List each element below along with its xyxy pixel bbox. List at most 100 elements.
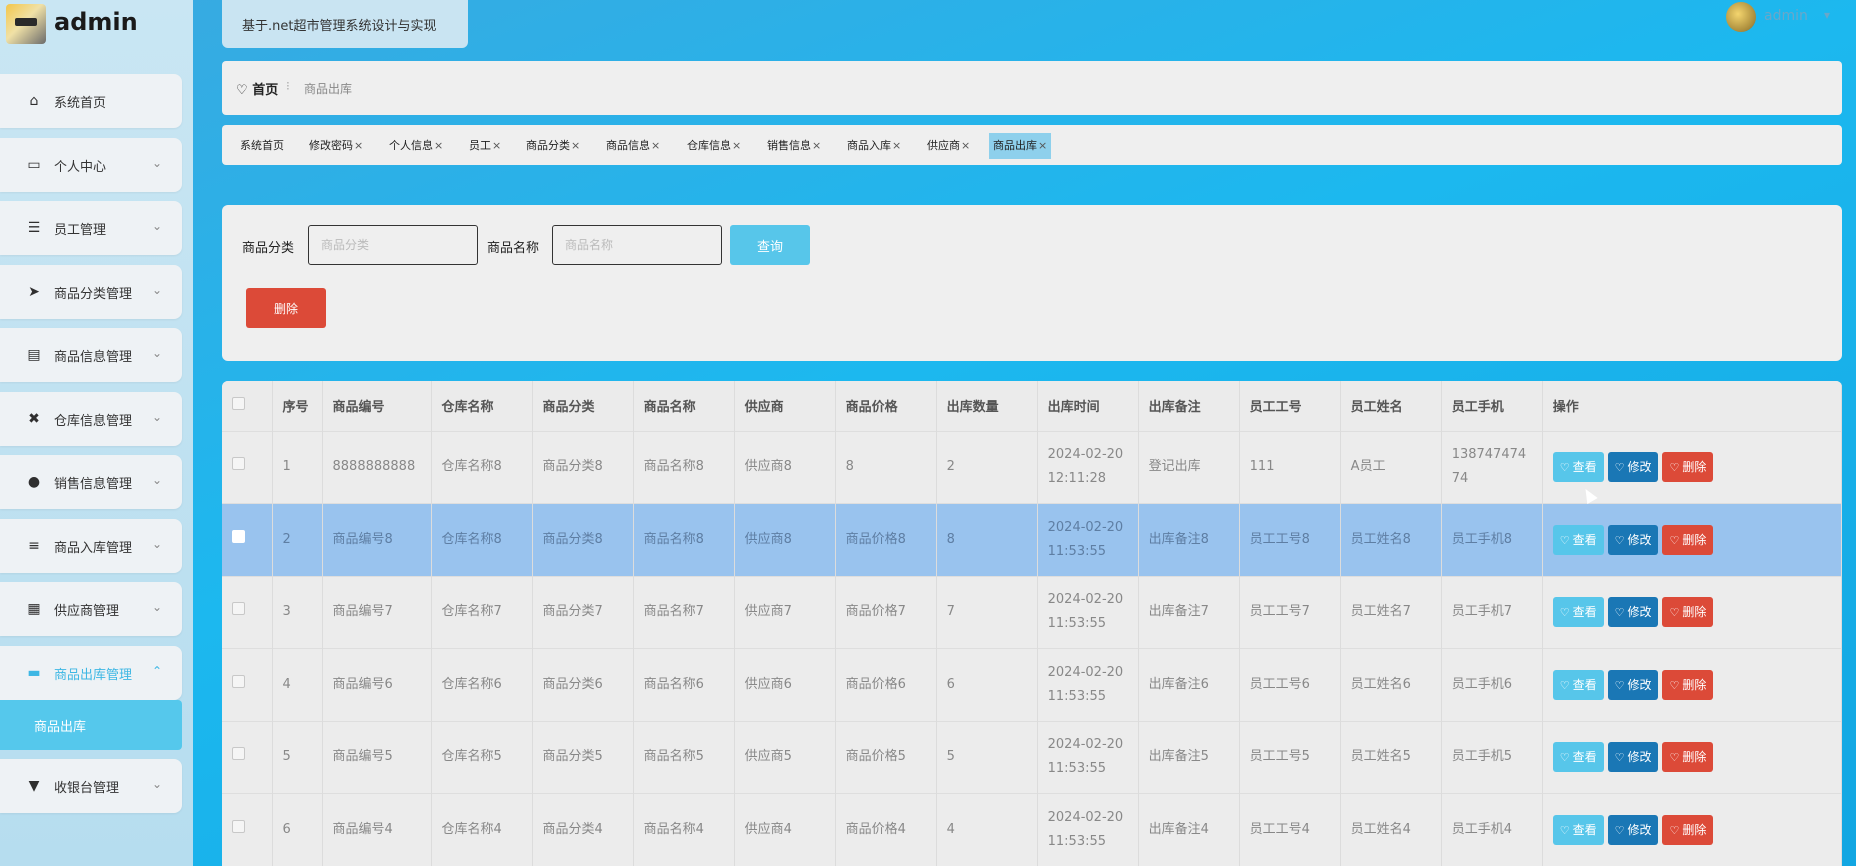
user-name[interactable]: admin (1764, 8, 1808, 24)
category-input[interactable] (308, 225, 478, 265)
close-icon[interactable]: × (1038, 139, 1047, 152)
view-button[interactable]: ♡ 查看 (1552, 669, 1604, 700)
row-checkbox[interactable] (232, 820, 245, 833)
edit-button[interactable]: ♡ 修改 (1607, 452, 1659, 483)
delete-button-label: 删除 (1682, 605, 1707, 620)
row-select-cell[interactable] (222, 575, 273, 649)
table-row[interactable]: 4 商品编号6 仓库名称6 商品分类6 商品名称6 供应商6 商品价格6 6 2024-02-2… (222, 648, 1842, 721)
tab-stock-out[interactable]: 商品出库× (989, 133, 1052, 159)
tab-change-password[interactable]: 修改密码× (305, 133, 367, 159)
product-name-input[interactable] (552, 225, 722, 265)
delete-button[interactable]: ♡ 删除 (1662, 597, 1714, 628)
view-button[interactable]: ♡ 查看 (1552, 742, 1604, 773)
delete-button[interactable]: ♡ 删除 (1662, 815, 1714, 845)
view-button[interactable]: ♡ 查看 (1552, 452, 1604, 483)
query-button[interactable]: 查询 (730, 225, 810, 265)
tab-employees[interactable]: 员工× (465, 133, 505, 159)
delete-button[interactable]: ♡ 删除 (1662, 452, 1714, 483)
sidebar-item-label: 个人中心 (54, 160, 107, 175)
send-icon: ➤ (28, 284, 40, 300)
tab-category[interactable]: 商品分类× (522, 133, 584, 159)
sidebar-item-employees[interactable]: ☰ 员工管理 ⌄ (0, 201, 182, 255)
row-checkbox[interactable] (232, 747, 245, 761)
person-icon: ● (27, 474, 41, 490)
close-icon[interactable]: × (732, 139, 741, 152)
column-header: 商品名称 (633, 381, 735, 431)
column-header: 商品编号 (322, 381, 432, 431)
row-checkbox[interactable] (232, 529, 245, 543)
sidebar-item-personal-center[interactable]: ▭ 个人中心 ⌄ (0, 138, 182, 192)
sidebar-item-home[interactable]: ⌂ 系统首页 (0, 74, 182, 128)
row-select-cell[interactable] (222, 720, 273, 794)
close-icon[interactable]: × (812, 139, 821, 152)
sidebar-item-sales[interactable]: ● 销售信息管理 ⌄ (0, 455, 182, 509)
sidebar-item-label: 商品分类管理 (54, 287, 133, 302)
sidebar-item-category[interactable]: ➤ 商品分类管理 ⌄ (0, 265, 182, 319)
row-select-cell[interactable] (222, 793, 273, 866)
edit-button[interactable]: ♡ 修改 (1607, 669, 1659, 700)
table-row[interactable]: 2 商品编号8 仓库名称8 商品分类8 商品名称8 供应商8 商品价格8 8 2024-02-2… (222, 503, 1842, 576)
heart-icon: ♡ (1614, 606, 1625, 620)
select-all-cell[interactable] (222, 381, 273, 431)
delete-button[interactable]: ♡ 删除 (1662, 669, 1714, 700)
tab-personal-info[interactable]: 个人信息× (385, 133, 447, 159)
edit-button[interactable]: ♡ 修改 (1607, 524, 1659, 555)
delete-button[interactable]: ♡ 删除 (1662, 742, 1714, 773)
row-select-cell[interactable] (222, 430, 273, 504)
table-row[interactable]: 5 商品编号5 仓库名称5 商品分类5 商品名称5 供应商5 商品价格5 5 2024-02-2… (222, 720, 1842, 794)
edit-button-label: 修改 (1627, 460, 1652, 475)
sidebar-item-warehouse[interactable]: ✖ 仓库信息管理 ⌄ (0, 392, 182, 446)
supplier-cell: 供应商6 (734, 648, 836, 721)
row-select-cell[interactable] (222, 648, 273, 721)
select-all-checkbox[interactable] (232, 397, 245, 411)
avatar[interactable] (1726, 2, 1756, 32)
close-icon[interactable]: × (434, 139, 443, 152)
column-header: 出库时间 (1037, 381, 1139, 431)
user-menu[interactable]: admin ▾ (1726, 2, 1846, 32)
row-checkbox[interactable] (232, 457, 245, 471)
sidebar-item-stock-out[interactable]: ▬ 商品出库管理 ⌃ (0, 646, 182, 700)
tab-suppliers[interactable]: 供应商× (923, 133, 974, 159)
table-row[interactable]: 3 商品编号7 仓库名称7 商品分类7 商品名称7 供应商7 商品价格7 7 2024-02-2… (222, 575, 1842, 649)
close-icon[interactable]: × (961, 139, 970, 152)
view-button[interactable]: ♡ 查看 (1552, 524, 1604, 555)
table-row[interactable]: 6 商品编号4 仓库名称4 商品分类4 商品名称4 供应商4 商品价格4 4 2024-02-2… (222, 793, 1842, 866)
close-icon[interactable]: × (354, 139, 363, 152)
view-button[interactable]: ♡ 查看 (1552, 815, 1604, 845)
close-icon[interactable]: × (492, 139, 501, 152)
tab-product-info[interactable]: 商品信息× (602, 133, 664, 159)
breadcrumb-home[interactable]: ♡ 首页 (236, 79, 278, 98)
sidebar-item-stock-in[interactable]: ≡ 商品入库管理 ⌄ (0, 519, 182, 573)
table-row[interactable]: 1 8888888888 仓库名称8 商品分类8 商品名称8 供应商8 8 2 2024-02-… (222, 430, 1842, 504)
view-button[interactable]: ♡ 查看 (1552, 597, 1604, 628)
close-icon[interactable]: × (651, 139, 660, 152)
caret-down-icon[interactable]: ▾ (1824, 8, 1830, 22)
tab-warehouse[interactable]: 仓库信息× (683, 133, 745, 159)
close-icon[interactable]: × (571, 139, 580, 152)
view-button-label: 查看 (1572, 677, 1597, 692)
sidebar-item-label: 商品出库管理 (54, 668, 133, 683)
sidebar-subitem-stock-out[interactable]: 商品出库 (0, 700, 182, 750)
sidebar-item-suppliers[interactable]: ▦ 供应商管理 ⌄ (0, 582, 182, 636)
edit-button[interactable]: ♡ 修改 (1607, 742, 1659, 773)
delete-button[interactable]: ♡ 删除 (1662, 524, 1714, 555)
row-checkbox[interactable] (232, 602, 245, 616)
tab-home[interactable]: 系统首页 (236, 133, 288, 159)
sidebar-item-product-info[interactable]: ▤ 商品信息管理 ⌄ (0, 328, 182, 382)
column-header: 员工手机 (1441, 381, 1543, 431)
edit-button[interactable]: ♡ 修改 (1607, 815, 1659, 845)
chevron-down-icon: ⌄ (151, 346, 162, 360)
batch-delete-button[interactable]: 删除 (246, 288, 326, 328)
delete-button-label: 删除 (1682, 750, 1707, 765)
row-select-cell[interactable] (222, 503, 273, 576)
product-name-cell: 商品名称8 (633, 503, 735, 576)
sidebar-item-cashier[interactable]: ▼ 收银台管理 ⌄ (0, 759, 182, 813)
employee-phone-cell: 员工手机5 (1441, 720, 1543, 794)
tab-stock-in[interactable]: 商品入库× (843, 133, 905, 159)
row-checkbox[interactable] (232, 674, 245, 688)
tab-sales[interactable]: 销售信息× (763, 133, 825, 159)
employee-phone-cell: 员工手机8 (1441, 503, 1543, 576)
edit-button[interactable]: ♡ 修改 (1607, 597, 1659, 628)
close-icon[interactable]: × (892, 139, 901, 152)
employee-id-cell: 员工工号4 (1239, 793, 1341, 866)
